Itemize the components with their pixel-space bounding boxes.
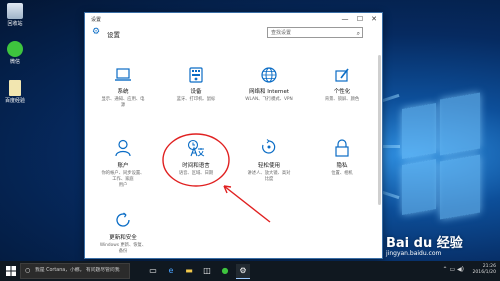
store-icon[interactable]: ◫	[200, 264, 214, 278]
search-icon: ⌕	[356, 30, 360, 37]
tile-title: 网络和 Internet	[248, 89, 290, 95]
desktop-icon-label: 回收站	[7, 21, 23, 27]
ease-of-access-icon	[262, 139, 276, 154]
baidu-watermark: Bai du 经验 jingyan.baidu.com	[386, 232, 490, 257]
title-bar[interactable]: 设置 — ☐ ✕	[85, 13, 382, 27]
lock-icon	[335, 139, 349, 157]
search-placeholder: 查找设置	[271, 30, 292, 36]
minimize-button[interactable]: —	[338, 13, 352, 25]
tile-ease-of-access[interactable]: 轻松使用 讲述人、放大镜、高对 比度	[234, 139, 304, 183]
keyboard-icon	[189, 67, 203, 83]
tile-privacy[interactable]: 隐私 位置、相机	[307, 139, 377, 177]
cortana-search-box[interactable]: ○ 我是 Cortana，小娜。 有问题尽管问我	[20, 263, 130, 279]
tile-time-language[interactable]: 时间和语言 语音、区域、日期	[161, 139, 231, 177]
update-icon	[116, 212, 130, 227]
settings-window: 设置 — ☐ ✕ ⚙ 设置 查找设置 ⌕ 系统 显示、通知、应用、电源 设备 蓝…	[84, 12, 383, 259]
tile-description: 显示、通知、应用、电源	[101, 97, 145, 108]
tile-description: 蓝牙、打印机、鼠标	[176, 97, 216, 102]
cortana-prefix: 我是 Cortana，小娜。	[35, 268, 85, 273]
clock[interactable]: 21:26 2016/1/20	[466, 264, 496, 276]
page-title: 设置	[107, 31, 120, 39]
tile-system[interactable]: 系统 显示、通知、应用、电源	[88, 67, 158, 109]
tile-title: 轻松使用	[257, 163, 280, 169]
desktop-icon-label: 百度经验	[4, 98, 25, 104]
tile-description: WLAN、飞行模式、VPN	[245, 97, 293, 102]
wechat-taskbar-icon[interactable]: ●	[218, 264, 232, 278]
paint-icon	[335, 68, 349, 82]
tile-description: 你的帐户、同步设置、 工作、家庭 用户	[101, 171, 145, 188]
tile-title: 时间和语言	[182, 163, 210, 169]
tile-title: 设备	[190, 89, 202, 95]
time-language-icon	[187, 139, 205, 157]
system-tray[interactable]: ⌃ ▭ ◀)	[443, 266, 464, 273]
recycle-bin-icon	[7, 3, 23, 19]
clock-date: 2016/1/20	[472, 270, 496, 275]
tile-network[interactable]: 网络和 Internet WLAN、飞行模式、VPN	[234, 67, 304, 103]
tile-title: 系统	[117, 89, 129, 95]
tile-title: 账户	[117, 163, 129, 169]
tile-description: Windows 更新、恢复、 备份	[99, 243, 147, 254]
windows-hero-logo	[392, 88, 484, 238]
globe-icon	[261, 67, 277, 83]
tile-personalization[interactable]: 个性化 背景、锁屏、颜色	[307, 67, 377, 103]
close-button[interactable]: ✕	[367, 13, 381, 25]
cortana-text: 有问题尽管问我	[85, 268, 120, 273]
tile-accounts[interactable]: 账户 你的帐户、同步设置、 工作、家庭 用户	[88, 139, 158, 189]
tile-update-security[interactable]: 更新和安全 Windows 更新、恢复、 备份	[88, 211, 158, 255]
cortana-icon: ○	[25, 267, 31, 274]
watermark-logo: Bai du 经验	[386, 236, 463, 251]
search-input[interactable]: 查找设置 ⌕	[267, 27, 363, 38]
tile-title: 隐私	[336, 163, 348, 169]
edge-icon[interactable]: e	[164, 264, 178, 278]
watermark-url: jingyan.baidu.com	[386, 250, 442, 257]
file-explorer-icon[interactable]: ▬	[182, 264, 196, 278]
scrollbar[interactable]	[378, 55, 381, 205]
desktop-icon-baidu[interactable]: 百度经验	[2, 80, 28, 104]
document-icon	[9, 80, 21, 96]
tile-description: 位置、相机	[331, 171, 353, 176]
tile-description: 讲述人、放大镜、高对 比度	[247, 171, 291, 182]
desktop-icon-wechat[interactable]: 微信	[2, 41, 28, 65]
laptop-icon	[115, 68, 131, 81]
window-title: 设置	[91, 17, 102, 23]
settings-taskbar-icon[interactable]: ⚙	[236, 264, 250, 279]
wechat-icon	[7, 41, 23, 57]
desktop-icon-label: 微信	[9, 59, 20, 65]
tile-title: 个性化	[333, 89, 351, 95]
tile-title: 更新和安全	[109, 235, 137, 241]
person-icon	[115, 139, 131, 157]
tile-devices[interactable]: 设备 蓝牙、打印机、鼠标	[161, 67, 231, 103]
task-view-icon[interactable]: ▭	[146, 264, 160, 278]
windows-start-icon[interactable]	[6, 266, 16, 276]
gear-icon: ⚙	[91, 27, 101, 37]
tile-description: 背景、锁屏、颜色	[324, 97, 360, 102]
tile-description: 语音、区域、日期	[178, 171, 214, 176]
maximize-button[interactable]: ☐	[353, 13, 367, 25]
desktop-icon-recycle-bin[interactable]: 回收站	[2, 3, 28, 27]
taskbar: ○ 我是 Cortana，小娜。 有问题尽管问我 ▭ e ▬ ◫ ● ⚙ ⌃ ▭…	[0, 261, 500, 281]
